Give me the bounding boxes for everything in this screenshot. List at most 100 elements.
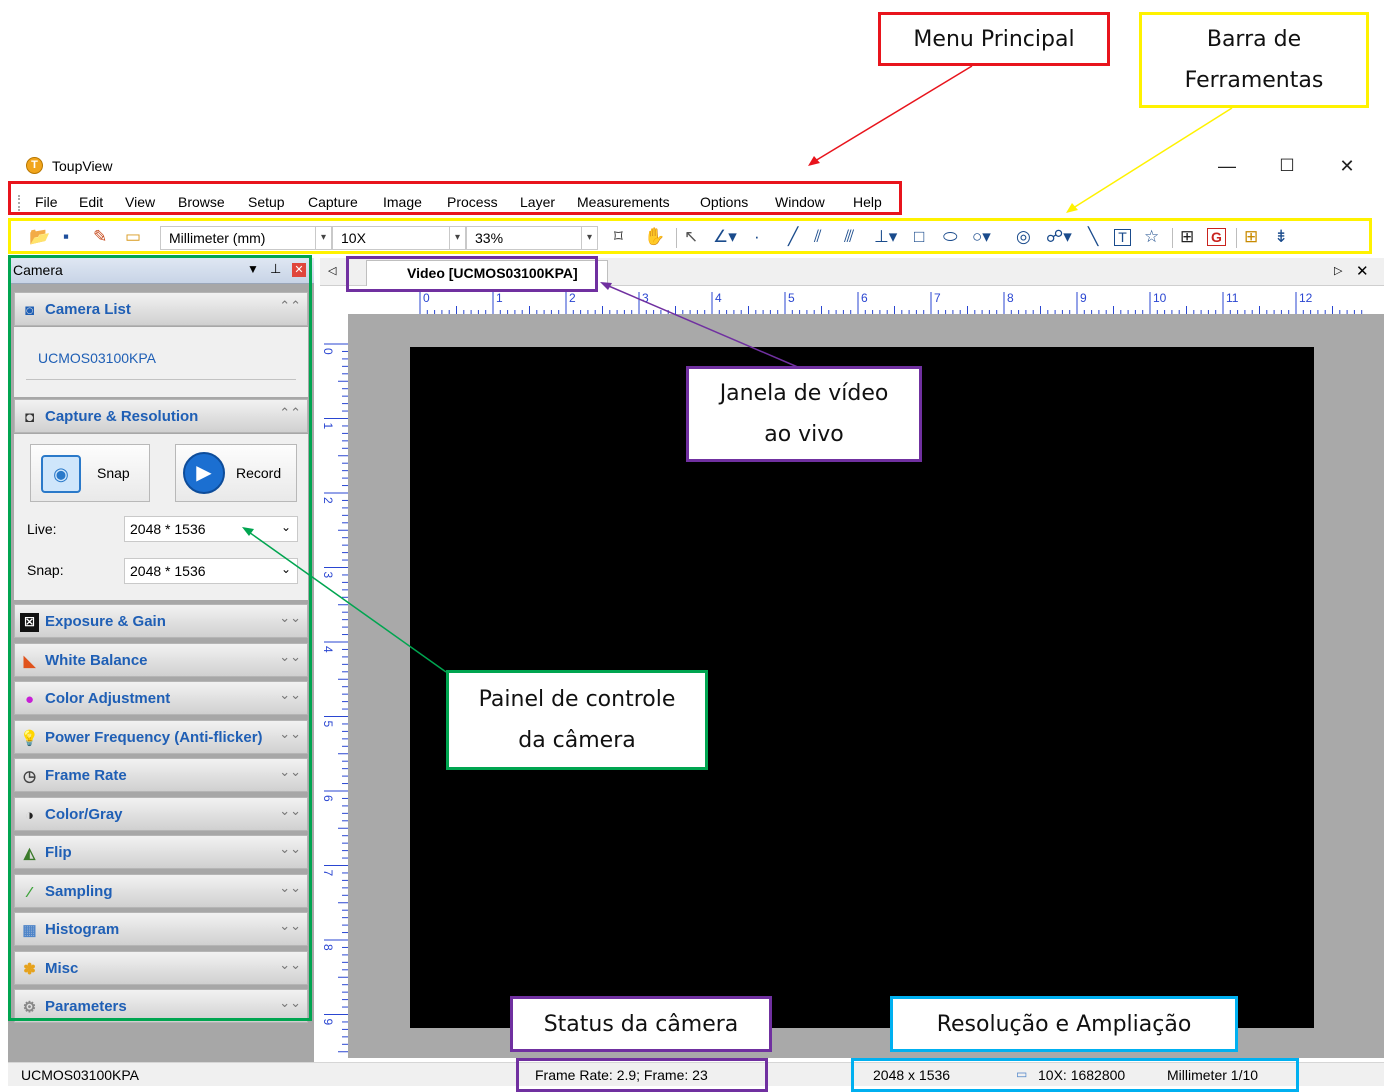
menu-capture[interactable]: Capture bbox=[308, 194, 358, 210]
menu-process[interactable]: Process bbox=[447, 194, 498, 210]
section-histogram[interactable]: ▦ Histogram ⌄⌄ bbox=[14, 912, 308, 946]
zoom-select[interactable]: 33% ▾ bbox=[466, 226, 598, 250]
perpendicular-icon[interactable]: ⊥▾ bbox=[874, 227, 897, 247]
ellipse-icon[interactable]: ⬭ bbox=[943, 227, 958, 247]
ruler-tick-label: 0 bbox=[423, 291, 430, 305]
menu-layer[interactable]: Layer bbox=[520, 194, 555, 210]
exposure-icon: ☒ bbox=[20, 613, 39, 632]
expand-icon[interactable]: ⌄⌄ bbox=[279, 764, 301, 780]
collapse-icon[interactable]: ⌃⌃ bbox=[279, 405, 301, 421]
section-white-balance[interactable]: ◣ White Balance ⌄⌄ bbox=[14, 643, 308, 677]
pointer-icon[interactable]: ↖ bbox=[684, 227, 698, 247]
tab-video[interactable]: Video [UCMOS03100KPA] bbox=[366, 260, 608, 286]
snap-resolution-select[interactable]: 2048 * 1536 ⌄ bbox=[124, 558, 298, 584]
expand-icon[interactable]: ⌄⌄ bbox=[279, 957, 301, 973]
expand-icon[interactable]: ⌄⌄ bbox=[279, 880, 301, 896]
line-icon[interactable]: ╱ bbox=[788, 227, 798, 247]
expand-icon[interactable]: ⌄⌄ bbox=[279, 687, 301, 703]
live-resolution-select[interactable]: 2048 * 1536 ⌄ bbox=[124, 516, 298, 542]
parallel-lines-icon[interactable]: ⫽ bbox=[814, 227, 822, 247]
section-label: Histogram bbox=[45, 921, 120, 938]
export-measure-icon[interactable]: ⊞ bbox=[1244, 227, 1258, 247]
menu-measurements[interactable]: Measurements bbox=[577, 194, 670, 210]
hand-pan-icon[interactable]: ✋ bbox=[644, 227, 665, 247]
calibration-g-icon[interactable]: G bbox=[1207, 228, 1226, 246]
scale-bar-icon[interactable]: ⊞ bbox=[1180, 227, 1194, 247]
section-frame-rate[interactable]: ◷ Frame Rate ⌄⌄ bbox=[14, 758, 308, 792]
batch-save-icon[interactable]: ✎ bbox=[93, 227, 107, 247]
menu-view[interactable]: View bbox=[125, 194, 155, 210]
menu-options[interactable]: Options bbox=[700, 194, 748, 210]
expand-icon[interactable]: ⌄⌄ bbox=[279, 995, 301, 1011]
menu-setup[interactable]: Setup bbox=[248, 194, 285, 210]
camera-list-body: UCMOS03100KPA bbox=[14, 327, 308, 397]
expand-icon[interactable]: ⌄⌄ bbox=[279, 841, 301, 857]
minimize-icon: — bbox=[1218, 155, 1236, 176]
collapse-icon[interactable]: ⌃⌃ bbox=[279, 298, 301, 314]
multi-parallel-icon[interactable]: ⫻ bbox=[844, 227, 854, 247]
menu-image[interactable]: Image bbox=[383, 194, 422, 210]
panel-close-icon[interactable]: ✕ bbox=[292, 263, 306, 277]
maximize-button[interactable]: ☐ bbox=[1264, 150, 1310, 182]
toolbar-separator bbox=[1172, 228, 1173, 248]
select-region-icon[interactable]: ⌑ bbox=[614, 227, 623, 247]
menu-file[interactable]: File bbox=[35, 194, 58, 210]
section-label: Flip bbox=[45, 844, 72, 861]
capture-resolution-section[interactable]: ◘ Capture & Resolution ⌃⌃ bbox=[14, 399, 308, 433]
browse-folder-icon[interactable]: ▭ bbox=[125, 227, 141, 247]
point-icon[interactable]: · bbox=[754, 227, 760, 247]
expand-icon[interactable]: ⌄⌄ bbox=[279, 726, 301, 742]
status-camera-text: Status da câmera bbox=[543, 1011, 739, 1037]
painel-controle-line1: Painel de controle bbox=[478, 687, 676, 712]
magnification-select[interactable]: 10X ▾ bbox=[332, 226, 466, 250]
menu-edit[interactable]: Edit bbox=[79, 194, 103, 210]
section-sampling[interactable]: ⁄ Sampling ⌄⌄ bbox=[14, 874, 308, 908]
tab-scroll-right-icon[interactable]: ▷ bbox=[1334, 264, 1342, 277]
expand-icon[interactable]: ⌄⌄ bbox=[279, 610, 301, 626]
capture-resolution-body: ◉ Snap ▶ Record Live: 2048 * 1536 ⌄ Snap… bbox=[14, 434, 308, 600]
section-color-gray[interactable]: ◑ Color/Gray ⌄⌄ bbox=[14, 797, 308, 831]
record-button[interactable]: ▶ Record bbox=[175, 444, 297, 502]
panel-dropdown-icon[interactable]: ▼ bbox=[247, 262, 259, 276]
save-icon[interactable]: ▪ bbox=[63, 227, 69, 247]
arc-icon[interactable]: ╲ bbox=[1088, 227, 1098, 247]
section-power-frequency[interactable]: 💡 Power Frequency (Anti-flicker) ⌄⌄ bbox=[14, 720, 308, 754]
download-align-icon[interactable]: ⇟ bbox=[1274, 227, 1288, 247]
section-parameters[interactable]: ⚙ Parameters ⌄⌄ bbox=[14, 989, 308, 1023]
concentric-circles-icon[interactable]: ◎ bbox=[1016, 227, 1031, 247]
menu-help[interactable]: Help bbox=[853, 194, 882, 210]
expand-icon[interactable]: ⌄⌄ bbox=[279, 918, 301, 934]
magnification-select-value: 10X bbox=[341, 230, 366, 246]
status-resolution: 2048 x 1536 bbox=[873, 1067, 951, 1083]
text-tool-icon[interactable]: T bbox=[1114, 229, 1131, 246]
expand-icon[interactable]: ⌄⌄ bbox=[279, 803, 301, 819]
section-flip[interactable]: ◭ Flip ⌄⌄ bbox=[14, 835, 308, 869]
open-folder-icon[interactable]: 📂 bbox=[29, 227, 50, 247]
camera-list-section[interactable]: ◙ Camera List ⌃⌃ bbox=[14, 292, 308, 326]
camera-list-item[interactable]: UCMOS03100KPA bbox=[38, 350, 156, 366]
rectangle-icon[interactable]: □ bbox=[914, 227, 924, 247]
expand-icon[interactable]: ⌄⌄ bbox=[279, 649, 301, 665]
star-icon[interactable]: ☆ bbox=[1144, 227, 1159, 247]
color-wheel-icon: ● bbox=[24, 691, 35, 708]
section-color-adjustment[interactable]: ● Color Adjustment ⌄⌄ bbox=[14, 681, 308, 715]
close-button[interactable]: ✕ bbox=[1324, 150, 1370, 182]
menu-browse[interactable]: Browse bbox=[178, 194, 225, 210]
menu-window[interactable]: Window bbox=[775, 194, 825, 210]
ruler-tick-label: 2 bbox=[321, 497, 335, 504]
minimize-button[interactable]: — bbox=[1204, 150, 1250, 182]
ruler-tick-label: 6 bbox=[321, 795, 335, 802]
ruler-tick-label: 8 bbox=[321, 944, 335, 951]
pin-icon[interactable]: ⊥ bbox=[270, 261, 281, 277]
snap-button[interactable]: ◉ Snap bbox=[30, 444, 150, 502]
section-exposure-gain[interactable]: ☒ Exposure & Gain ⌄⌄ bbox=[14, 604, 308, 638]
section-misc[interactable]: ✽ Misc ⌄⌄ bbox=[14, 951, 308, 985]
angle-icon[interactable]: ∠▾ bbox=[713, 227, 737, 247]
two-circles-icon[interactable]: ☍▾ bbox=[1046, 227, 1072, 247]
menu-principal-callout: Menu Principal bbox=[878, 12, 1110, 66]
tab-close-icon[interactable]: ✕ bbox=[1356, 262, 1369, 280]
circle-icon[interactable]: ○▾ bbox=[972, 227, 991, 247]
tab-scroll-left-icon[interactable]: ◁ bbox=[328, 264, 336, 277]
unit-select[interactable]: Millimeter (mm) ▾ bbox=[160, 226, 332, 250]
ruler-tick-label: 1 bbox=[321, 423, 335, 430]
